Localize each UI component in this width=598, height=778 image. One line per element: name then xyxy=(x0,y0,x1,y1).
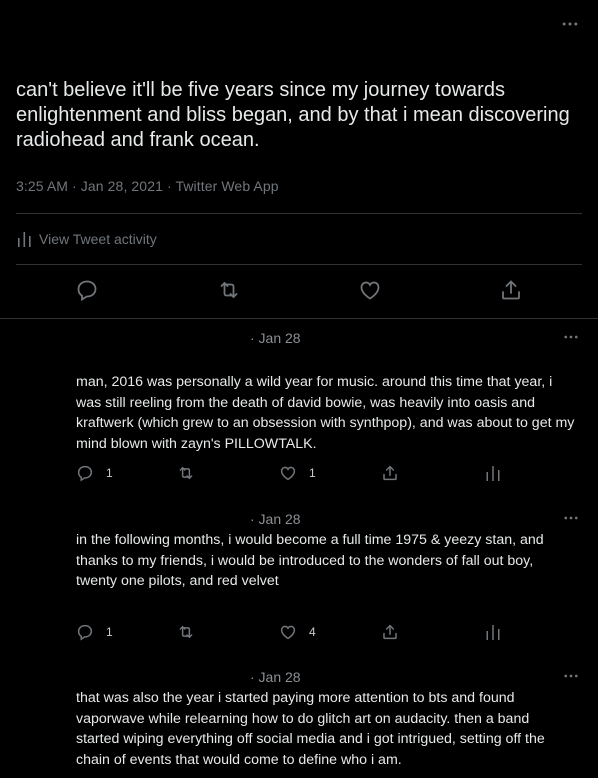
reply-text: man, 2016 was personally a wild year for… xyxy=(76,374,575,452)
more-icon[interactable] xyxy=(560,14,580,34)
reply-date: · Jan 28 xyxy=(250,511,301,527)
reply-text: in the following months, i would become … xyxy=(76,532,544,589)
like-icon[interactable] xyxy=(358,278,382,302)
analytics-icon[interactable] xyxy=(484,623,502,641)
like-count: 1 xyxy=(309,466,316,480)
more-icon[interactable] xyxy=(562,328,580,346)
tweet-thread-page: can't believe it'll be five years since … xyxy=(0,0,598,778)
reply-date: · Jan 28 xyxy=(250,669,301,685)
reply-icon[interactable] xyxy=(76,623,94,641)
reply-icon[interactable] xyxy=(75,278,99,302)
tweet-meta: 3:25 AM · Jan 28, 2021 · Twitter Web App xyxy=(16,178,279,194)
share-icon[interactable] xyxy=(381,464,399,482)
like-icon[interactable] xyxy=(279,464,297,482)
divider xyxy=(0,318,598,319)
share-icon[interactable] xyxy=(381,623,399,641)
view-tweet-activity-link[interactable]: View Tweet activity xyxy=(18,231,157,247)
view-tweet-activity-label: View Tweet activity xyxy=(39,231,157,247)
reply-count: 1 xyxy=(106,625,113,639)
more-icon[interactable] xyxy=(562,667,580,685)
retweet-icon[interactable] xyxy=(177,623,195,641)
analytics-icon[interactable] xyxy=(484,464,502,482)
tweet-text: can't believe it'll be five years since … xyxy=(16,79,570,151)
reply-action-bar: 1 4 xyxy=(0,623,598,643)
reply-icon[interactable] xyxy=(76,464,94,482)
reply-count: 1 xyxy=(106,466,113,480)
reply-action-bar: 1 1 xyxy=(0,464,598,484)
like-icon[interactable] xyxy=(279,623,297,641)
retweet-icon[interactable] xyxy=(177,464,195,482)
reply-text: that was also the year i started paying … xyxy=(76,690,545,768)
divider xyxy=(16,213,582,214)
divider xyxy=(16,264,582,265)
share-icon[interactable] xyxy=(499,278,523,302)
tweet-action-bar xyxy=(0,278,598,304)
like-count: 4 xyxy=(309,625,316,639)
retweet-icon[interactable] xyxy=(217,278,241,302)
analytics-icon xyxy=(18,231,31,247)
reply-date: · Jan 28 xyxy=(250,330,301,346)
more-icon[interactable] xyxy=(562,509,580,527)
